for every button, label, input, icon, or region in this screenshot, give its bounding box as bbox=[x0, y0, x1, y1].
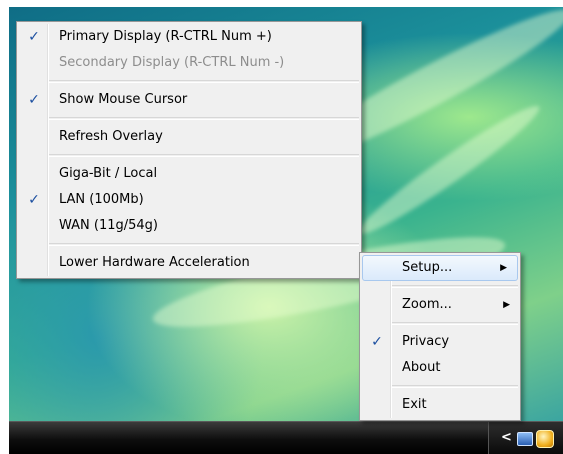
menu-item-label: Giga-Bit / Local bbox=[59, 166, 158, 181]
menu-item-label: Setup... bbox=[402, 260, 453, 275]
menu-item-label: WAN (11g/54g) bbox=[59, 218, 159, 233]
menu-item-about[interactable]: About bbox=[360, 355, 520, 381]
checkmark-icon: ✓ bbox=[28, 192, 40, 208]
submenu-arrow-icon: ▶ bbox=[500, 263, 507, 273]
menu-item-privacy[interactable]: ✓ Privacy bbox=[360, 329, 520, 355]
menu-separator bbox=[49, 243, 359, 246]
checkmark-icon: ✓ bbox=[28, 29, 40, 45]
tray-context-menu: Setup... ▶ Zoom... ▶ ✓ Privacy About Exi… bbox=[359, 252, 521, 421]
menu-separator bbox=[49, 80, 359, 83]
checkmark-icon: ✓ bbox=[28, 92, 40, 108]
menu-item-lower-hw-acceleration[interactable]: Lower Hardware Acceleration bbox=[17, 250, 361, 276]
menu-separator bbox=[392, 322, 518, 325]
menu-item-gigabit-local[interactable]: Giga-Bit / Local bbox=[17, 161, 361, 187]
display-context-menu: ✓ Primary Display (R-CTRL Num +) Seconda… bbox=[16, 21, 362, 279]
menu-separator bbox=[392, 385, 518, 388]
menu-item-exit[interactable]: Exit bbox=[360, 392, 520, 418]
menu-item-label: Exit bbox=[402, 397, 427, 412]
menu-separator bbox=[49, 117, 359, 120]
menu-item-label: Zoom... bbox=[402, 297, 452, 312]
menu-item-zoom[interactable]: Zoom... ▶ bbox=[360, 292, 520, 318]
menu-item-label: About bbox=[402, 360, 441, 375]
network-icon[interactable] bbox=[517, 432, 533, 446]
menu-item-label: LAN (100Mb) bbox=[59, 192, 144, 207]
menu-item-label: Privacy bbox=[402, 334, 450, 349]
system-tray: < bbox=[488, 422, 563, 454]
menu-item-lan[interactable]: ✓ LAN (100Mb) bbox=[17, 187, 361, 213]
menu-item-secondary-display: Secondary Display (R-CTRL Num -) bbox=[17, 50, 361, 76]
menu-separator bbox=[392, 285, 518, 288]
menu-separator bbox=[49, 154, 359, 157]
menu-item-primary-display[interactable]: ✓ Primary Display (R-CTRL Num +) bbox=[17, 24, 361, 50]
app-tray-icon[interactable] bbox=[536, 430, 554, 448]
submenu-arrow-icon: ▶ bbox=[503, 300, 510, 310]
taskbar: < bbox=[9, 421, 563, 454]
menu-item-refresh-overlay[interactable]: Refresh Overlay bbox=[17, 124, 361, 150]
menu-item-setup[interactable]: Setup... ▶ bbox=[362, 255, 518, 281]
menu-item-label: Refresh Overlay bbox=[59, 129, 163, 144]
menu-item-label: Show Mouse Cursor bbox=[59, 92, 188, 107]
menu-item-label: Lower Hardware Acceleration bbox=[59, 255, 250, 270]
show-hidden-icons-chevron[interactable]: < bbox=[501, 431, 512, 445]
menu-item-show-mouse-cursor[interactable]: ✓ Show Mouse Cursor bbox=[17, 87, 361, 113]
checkmark-icon: ✓ bbox=[371, 334, 383, 350]
menu-item-wan[interactable]: WAN (11g/54g) bbox=[17, 213, 361, 239]
menu-item-label: Primary Display (R-CTRL Num +) bbox=[59, 29, 272, 44]
menu-item-label: Secondary Display (R-CTRL Num -) bbox=[59, 55, 285, 70]
